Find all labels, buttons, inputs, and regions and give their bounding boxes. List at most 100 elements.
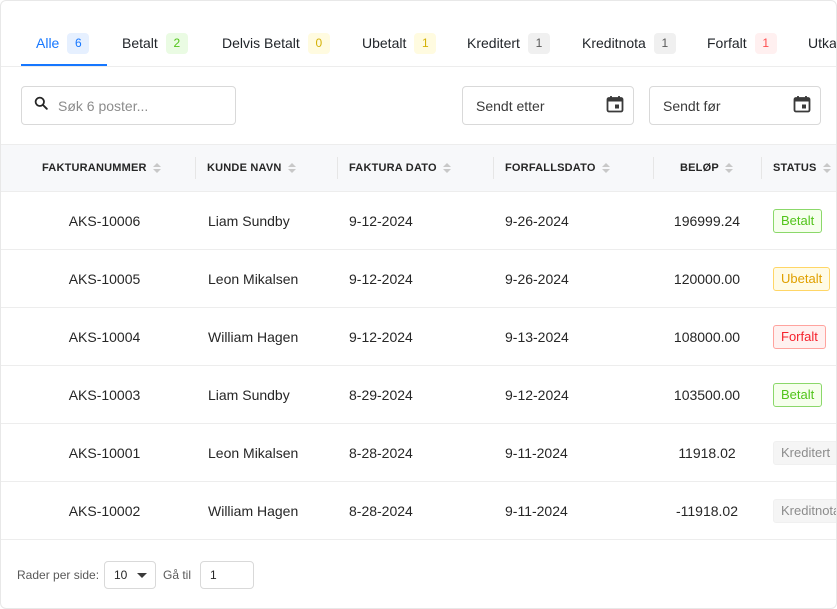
rows-per-page-value: 10 — [114, 568, 128, 582]
column-header-due-date[interactable]: FORFALLSDATO — [493, 145, 610, 191]
tab-count-badge: 0 — [307, 32, 330, 54]
tab-betalt[interactable]: Betalt 2 — [122, 31, 188, 55]
status-badge: Ubetalt — [773, 267, 831, 291]
column-header-invoice-date[interactable]: FAKTURA DATO — [337, 145, 451, 191]
status-badge: Betalt — [773, 209, 823, 233]
status-tabs: Alle 6 Betalt 2 Delvis Betalt 0 Ubetalt … — [1, 1, 837, 67]
invoice-date-cell: 9-12-2024 — [349, 213, 413, 229]
status-cell: Betalt — [773, 366, 823, 424]
tab-alle[interactable]: Alle 6 — [36, 31, 90, 55]
invoice-number-cell[interactable]: AKS-10006 — [1, 192, 208, 250]
sent-before-date-picker[interactable]: Sendt før — [649, 86, 821, 125]
invoice-number-cell[interactable]: AKS-10002 — [1, 482, 208, 540]
search-input[interactable] — [58, 97, 218, 114]
column-header-customer-name[interactable]: KUNDE NAVN — [195, 145, 296, 191]
tab-delvis-betalt[interactable]: Delvis Betalt 0 — [222, 31, 330, 55]
due-date-cell: 9-11-2024 — [505, 503, 568, 519]
due-date-cell: 9-11-2024 — [505, 445, 568, 461]
column-header-label: FAKTURANUMMER — [42, 162, 147, 174]
calendar-icon[interactable] — [792, 94, 812, 117]
rows-per-page-select[interactable]: 10 — [104, 561, 156, 589]
invoice-date-cell: 9-12-2024 — [349, 329, 413, 345]
tab-count-badge: 1 — [754, 32, 777, 54]
tab-count-badge: 1 — [414, 32, 437, 54]
status-cell: Betalt — [773, 192, 823, 250]
invoice-date-cell: 8-28-2024 — [349, 445, 413, 461]
table-row[interactable]: AKS-10001 Leon Mikalsen 8-28-2024 9-11-2… — [1, 424, 836, 482]
tab-forfalt[interactable]: Forfalt 1 — [707, 31, 777, 55]
due-date-cell: 9-12-2024 — [505, 387, 569, 403]
active-tab-indicator — [21, 64, 107, 66]
sort-icon[interactable] — [601, 163, 610, 173]
column-header-invoice-number[interactable]: FAKTURANUMMER — [42, 145, 161, 191]
tab-kreditert[interactable]: Kreditert 1 — [467, 31, 550, 55]
invoice-number-cell[interactable]: AKS-10005 — [1, 250, 208, 308]
due-date-cell: 9-13-2024 — [505, 329, 569, 345]
tab-ubetalt[interactable]: Ubetalt 1 — [362, 31, 437, 55]
customer-name-cell: William Hagen — [208, 503, 299, 519]
tab-kreditnota[interactable]: Kreditnota 1 — [582, 31, 676, 55]
customer-name-cell: Leon Mikalsen — [208, 271, 299, 287]
invoice-date-cell: 9-12-2024 — [349, 271, 413, 287]
sort-icon[interactable] — [442, 163, 451, 173]
tab-count-badge: 1 — [527, 32, 550, 54]
table-header: FAKTURANUMMER KUNDE NAVN FAKTURA DATO FO… — [1, 144, 836, 192]
column-header-label: KUNDE NAVN — [207, 162, 282, 174]
invoice-date-cell: 8-29-2024 — [349, 387, 413, 403]
status-badge: Kreditnota — [773, 499, 836, 523]
tab-label: Forfalt — [707, 35, 747, 51]
sort-icon[interactable] — [724, 163, 733, 173]
invoice-number-cell[interactable]: AKS-10004 — [1, 308, 208, 366]
status-cell: Ubetalt — [773, 250, 831, 308]
column-divider — [337, 157, 338, 179]
table-row[interactable]: AKS-10003 Liam Sundby 8-29-2024 9-12-202… — [1, 366, 836, 424]
amount-cell: 196999.24 — [673, 213, 741, 229]
sent-after-date-picker[interactable]: Sendt etter — [462, 86, 634, 125]
sort-icon[interactable] — [152, 163, 161, 173]
tab-label: Utkast — [808, 35, 837, 51]
amount-cell: -11918.02 — [675, 503, 738, 519]
column-header-label: STATUS — [773, 162, 817, 174]
sent-before-label: Sendt før — [663, 97, 721, 114]
sent-after-label: Sendt etter — [476, 97, 545, 114]
column-header-amount[interactable]: BELØP — [653, 145, 733, 191]
calendar-icon[interactable] — [605, 94, 625, 117]
customer-name-cell: Leon Mikalsen — [208, 445, 299, 461]
column-header-label: BELØP — [680, 162, 719, 174]
tab-count-badge: 1 — [653, 32, 676, 54]
status-badge: Kreditert — [773, 441, 836, 465]
tab-label: Kreditnota — [582, 35, 646, 51]
column-divider — [761, 157, 762, 179]
goto-page-label: Gå til — [163, 568, 192, 582]
search-icon — [34, 96, 48, 115]
status-cell: Kreditnota — [773, 482, 836, 540]
rows-per-page-label: Rader per side: — [17, 568, 100, 582]
customer-name-cell: Liam Sundby — [208, 213, 290, 229]
goto-page-input[interactable] — [200, 561, 254, 589]
table-row[interactable]: AKS-10005 Leon Mikalsen 9-12-2024 9-26-2… — [1, 250, 836, 308]
table-row[interactable]: AKS-10002 William Hagen 8-28-2024 9-11-2… — [1, 482, 836, 540]
status-cell: Forfalt — [773, 308, 826, 366]
tab-label: Delvis Betalt — [222, 35, 300, 51]
sort-icon[interactable] — [822, 163, 831, 173]
customer-name-cell: Liam Sundby — [208, 387, 290, 403]
tab-label: Alle — [36, 35, 60, 51]
amount-cell: 108000.00 — [673, 329, 741, 345]
status-cell: Kreditert — [773, 424, 836, 482]
due-date-cell: 9-26-2024 — [505, 271, 569, 287]
column-header-status[interactable]: STATUS — [761, 145, 831, 191]
column-header-label: FORFALLSDATO — [505, 162, 596, 174]
due-date-cell: 9-26-2024 — [505, 213, 569, 229]
chevron-down-icon — [137, 572, 147, 578]
column-header-label: FAKTURA DATO — [349, 162, 437, 174]
amount-cell: 11918.02 — [678, 445, 736, 461]
sort-icon[interactable] — [287, 163, 296, 173]
search-box[interactable] — [21, 86, 236, 125]
tab-label: Ubetalt — [362, 35, 407, 51]
invoice-number-cell[interactable]: AKS-10003 — [1, 366, 208, 424]
tab-utkast[interactable]: Utkast — [808, 31, 837, 55]
amount-cell: 120000.00 — [673, 271, 741, 287]
table-row[interactable]: AKS-10006 Liam Sundby 9-12-2024 9-26-202… — [1, 192, 836, 250]
invoice-number-cell[interactable]: AKS-10001 — [1, 424, 208, 482]
table-row[interactable]: AKS-10004 William Hagen 9-12-2024 9-13-2… — [1, 308, 836, 366]
